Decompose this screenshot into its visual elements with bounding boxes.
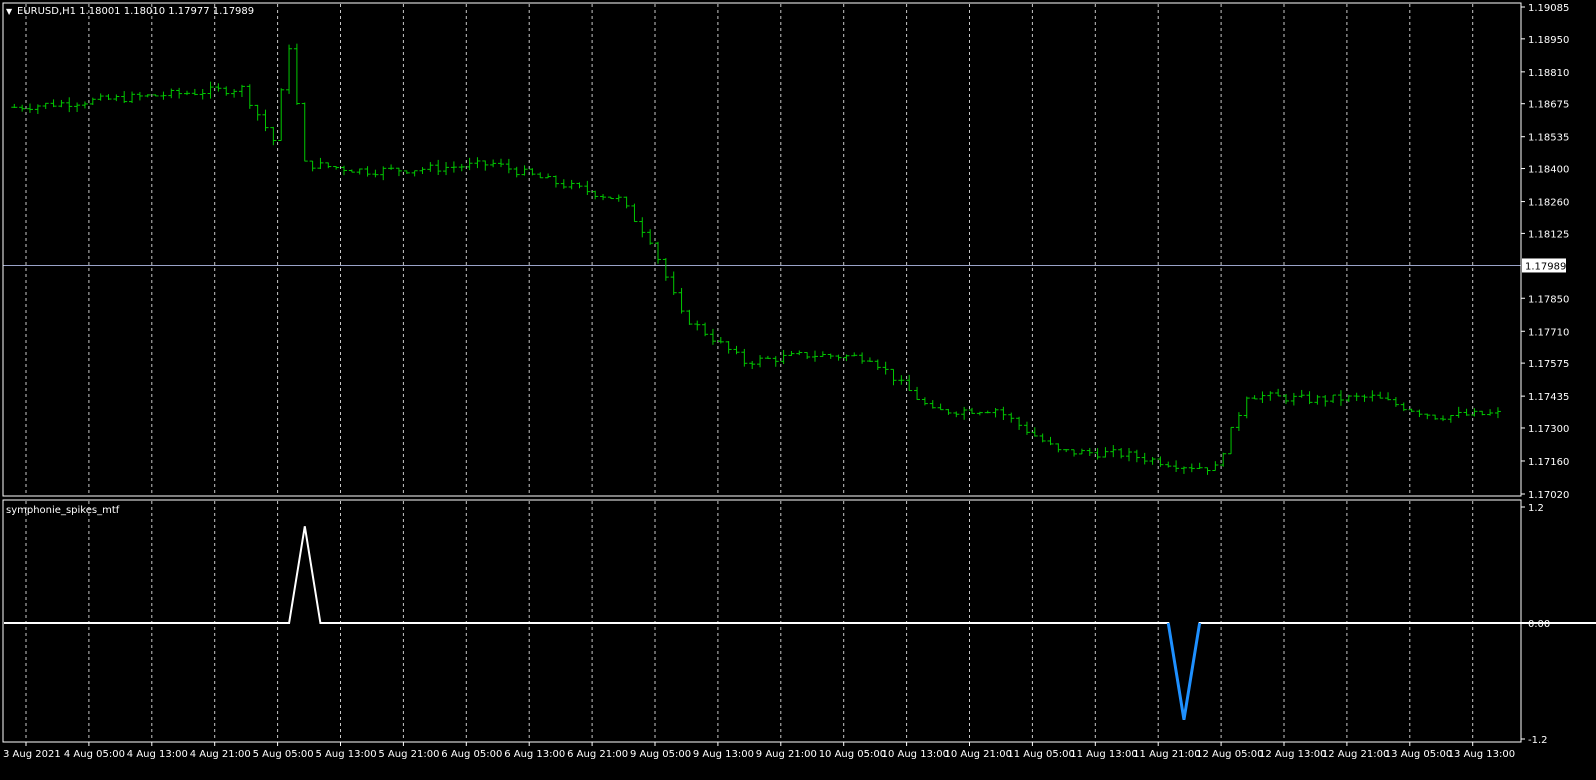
- time-label: 3 Aug 2021: [3, 749, 61, 760]
- time-label: 6 Aug 05:00: [441, 749, 502, 760]
- indicator-frame: [2, 499, 1522, 743]
- time-label: 11 Aug 13:00: [1070, 749, 1137, 760]
- time-label: 5 Aug 05:00: [253, 749, 314, 760]
- price-label: 1.17160: [1528, 457, 1569, 468]
- price-label: 1.19085: [1528, 3, 1569, 14]
- current-price-label: 1.17989: [1525, 261, 1566, 272]
- down-spike-marker: [1166, 622, 1202, 720]
- price-label: 1.17435: [1528, 392, 1569, 403]
- indicator-scale-label: 1.2: [1528, 503, 1544, 514]
- header-arrow-icon[interactable]: ▼: [6, 7, 13, 16]
- time-label: 13 Aug 05:00: [1385, 749, 1452, 760]
- eurusd-h1-chart[interactable]: 3 Aug 2021 4 Aug 05:00 4 Aug 13:00 4 Aug 21…: [0, 0, 1596, 780]
- time-label: 10 Aug 13:00: [882, 749, 949, 760]
- time-label: 4 Aug 21:00: [190, 749, 251, 760]
- price-label: 1.18810: [1528, 68, 1569, 79]
- price-label: 1.18260: [1528, 198, 1569, 209]
- time-label: 12 Aug 21:00: [1322, 749, 1389, 760]
- main-chart-frame: [2, 2, 1522, 497]
- symbol-header: EURUSD,H1 1.18001 1.18010 1.17977 1.1798…: [17, 6, 254, 17]
- price-label: 1.17850: [1528, 294, 1569, 305]
- time-label: 12 Aug 05:00: [1196, 749, 1263, 760]
- time-label: 9 Aug 13:00: [693, 749, 754, 760]
- trading-terminal: 3 Aug 2021 4 Aug 05:00 4 Aug 13:00 4 Aug 21…: [0, 0, 1596, 780]
- price-label: 1.18675: [1528, 100, 1569, 111]
- price-label: 1.17710: [1528, 327, 1569, 338]
- indicator-scale-label: -1.2: [1528, 735, 1548, 746]
- price-label: 1.17300: [1528, 424, 1569, 435]
- time-label: 4 Aug 13:00: [127, 749, 188, 760]
- indicator-scale-label: 0.00: [1528, 619, 1550, 630]
- price-label: 1.17575: [1528, 359, 1569, 370]
- time-label: 5 Aug 13:00: [316, 749, 377, 760]
- time-label: 9 Aug 05:00: [630, 749, 691, 760]
- time-label: 11 Aug 21:00: [1133, 749, 1200, 760]
- time-label: 12 Aug 13:00: [1259, 749, 1326, 760]
- indicator-line: [4, 526, 1596, 720]
- time-label: 5 Aug 21:00: [378, 749, 439, 760]
- time-label: 11 Aug 05:00: [1007, 749, 1074, 760]
- time-label: 10 Aug 21:00: [945, 749, 1012, 760]
- price-label: 1.18535: [1528, 133, 1569, 144]
- price-label: 1.18400: [1528, 165, 1569, 176]
- time-label: 6 Aug 21:00: [567, 749, 628, 760]
- time-label: 4 Aug 05:00: [64, 749, 125, 760]
- time-label: 6 Aug 13:00: [504, 749, 565, 760]
- time-label: 13 Aug 13:00: [1448, 749, 1515, 760]
- time-label: 10 Aug 05:00: [819, 749, 886, 760]
- price-label: 1.17020: [1528, 490, 1569, 501]
- price-label: 1.18125: [1528, 229, 1569, 240]
- price-label: 1.18950: [1528, 35, 1569, 46]
- indicator-title: symphonie_spikes_mtf: [6, 505, 120, 516]
- time-label: 9 Aug 21:00: [756, 749, 817, 760]
